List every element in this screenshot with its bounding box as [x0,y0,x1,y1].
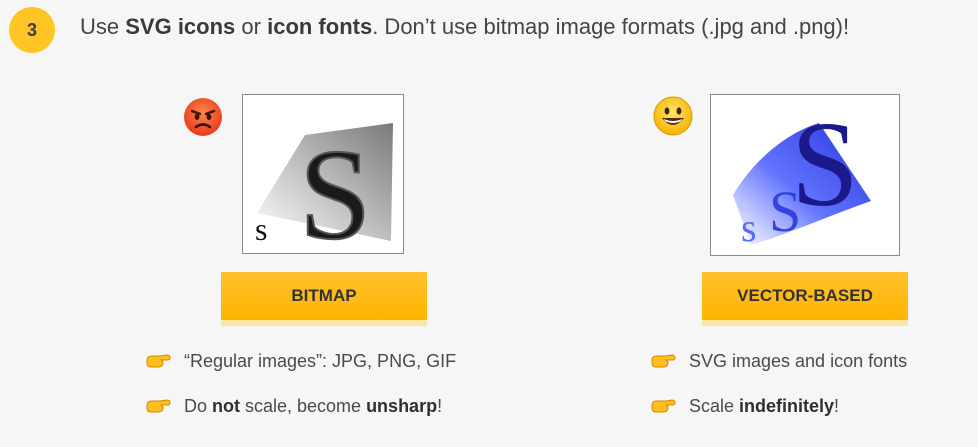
vector-bullet-list: SVG images and icon fonts Scale indefini… [650,349,907,439]
list-item: Do not scale, become unsharp! [145,394,456,418]
bullet-text: “Regular images”: JPG, PNG, GIF [184,350,457,371]
headline-emphasis-icon-fonts: icon fonts [267,14,373,39]
emphasis-unsharp: unsharp [366,395,438,416]
vector-small-letter: s [741,205,757,250]
vector-example-image: s S S [710,94,900,256]
list-item: SVG images and icon fonts [650,349,907,373]
headline-part: or [235,14,268,39]
headline-part: . Don’t use bitmap image formats (.jpg a… [372,14,850,39]
list-item: Scale indefinitely! [650,394,907,418]
pointing-hand-icon [146,354,171,368]
text-part: ! [437,395,443,416]
headline: Use SVG icons or icon fonts. Don’t use b… [80,14,849,40]
headline-emphasis-svg-icons: SVG icons [125,14,236,39]
text-part: Do [184,395,213,416]
bitmap-small-letter: s [255,211,267,247]
pointing-hand-icon [651,399,676,413]
list-item: “Regular images”: JPG, PNG, GIF [145,349,456,373]
bullet-text: Do not scale, become unsharp! [184,396,442,417]
text-part: ! [834,395,840,416]
bitmap-example-image: s S [242,94,404,254]
bullet-text: SVG images and icon fonts [689,350,908,371]
text-part: Scale [689,395,740,416]
text-part: scale, become [240,395,367,416]
step-number-badge: 3 [9,7,55,53]
vector-big-letter: S [791,97,859,232]
grinning-face-icon [653,96,693,136]
vector-label: VECTOR-BASED [702,272,908,320]
angry-face-icon [184,98,222,136]
emphasis-not: not [212,395,240,416]
bullet-text: Scale indefinitely! [689,396,839,417]
bitmap-big-letter: S [299,123,371,253]
bitmap-bullet-list: “Regular images”: JPG, PNG, GIF Do not s… [145,349,456,439]
pointing-hand-icon [146,399,171,413]
emphasis-indefinitely: indefinitely [739,395,835,416]
headline-part: Use [80,14,126,39]
bitmap-label: BITMAP [221,272,427,320]
pointing-hand-icon [651,354,676,368]
